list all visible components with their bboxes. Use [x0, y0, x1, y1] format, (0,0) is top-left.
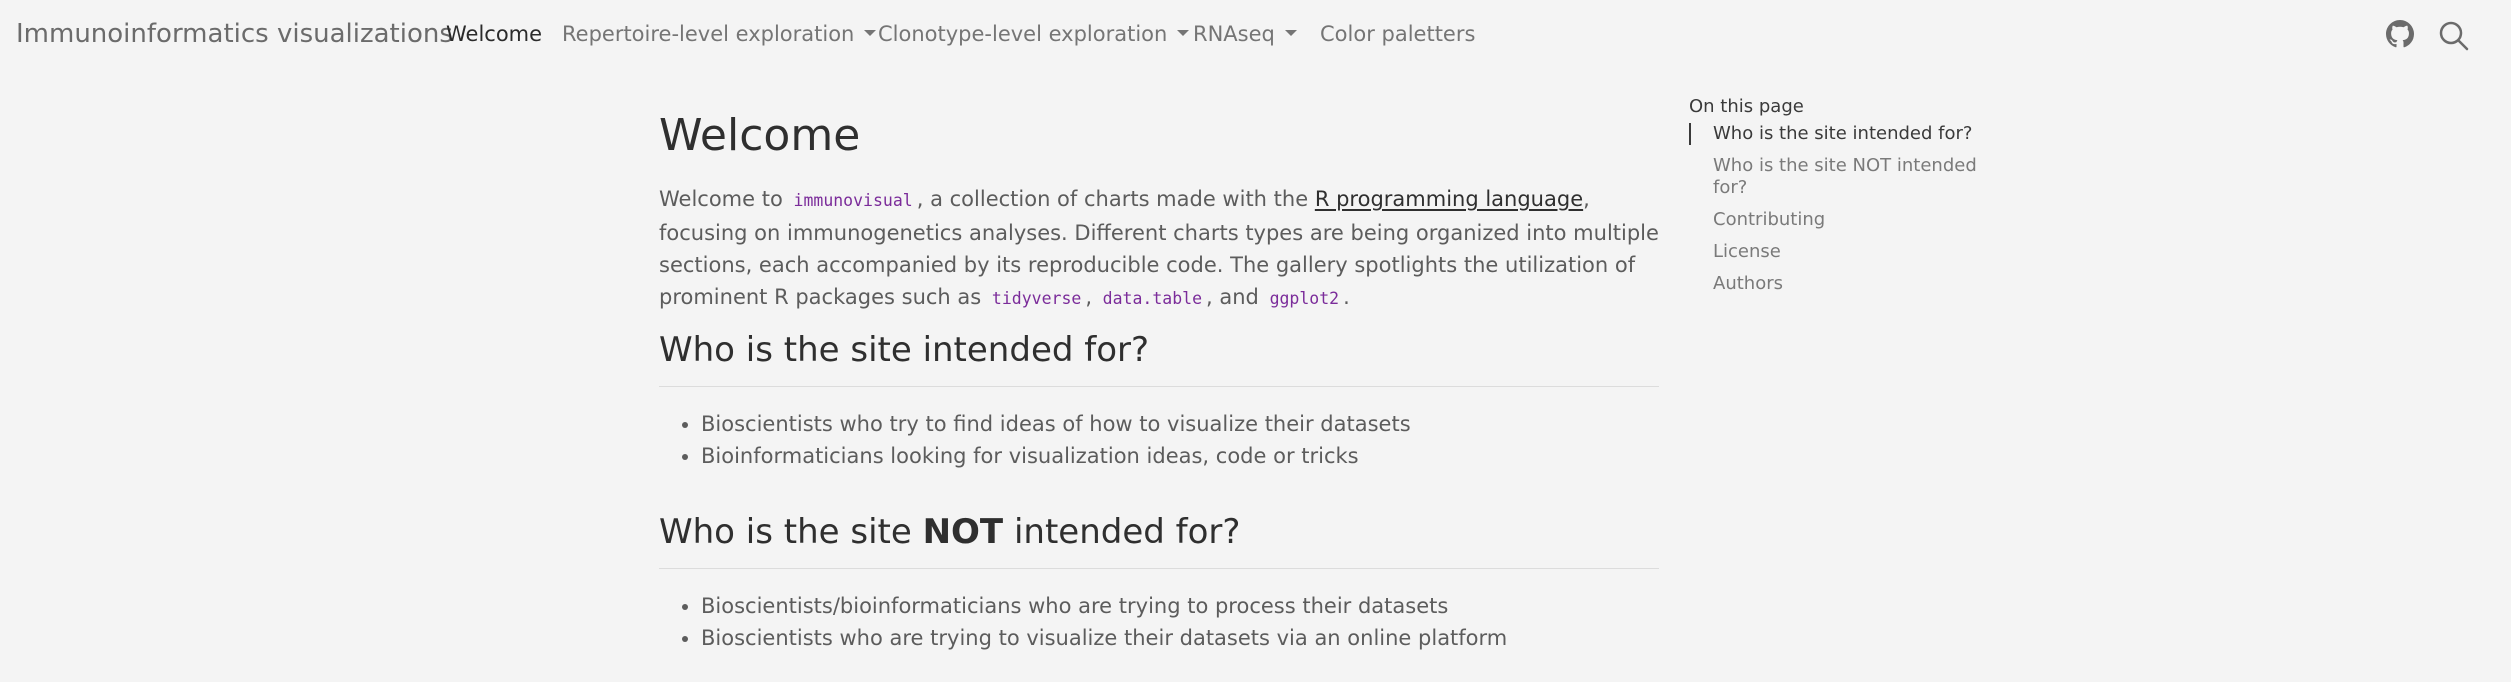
nav-rnaseq-dropdown[interactable]: RNAseq	[1193, 22, 1297, 46]
heading-text-post: intended for?	[1013, 512, 1241, 552]
intro-text-2: , a collection of charts made with the	[916, 187, 1309, 211]
r-language-link[interactable]: R programming language	[1315, 187, 1583, 211]
heading-text-pre: Who is the site	[659, 512, 912, 552]
nav-color-palettes[interactable]: Color paletters	[1320, 22, 1475, 46]
list-not-intended: Bioscientists/bioinformaticians who are …	[659, 590, 1651, 654]
list-item: Bioscientists who are trying to visualiz…	[701, 622, 1651, 654]
package-ggplot2: ggplot2	[1269, 289, 1340, 308]
intro-text-5: .	[1343, 285, 1350, 309]
toc-list: Who is the site intended for? Who is the…	[1689, 123, 1989, 295]
toc-item-contributing[interactable]: Contributing	[1691, 209, 1983, 231]
nav-repertoire-label: Repertoire-level exploration	[562, 22, 855, 46]
intro-paragraph: Welcome to immunovisual, a collection of…	[659, 187, 1659, 309]
toc-item-intended[interactable]: Who is the site intended for?	[1689, 123, 1983, 145]
package-tidyverse: tidyverse	[991, 289, 1082, 308]
page-title: Welcome	[659, 110, 861, 161]
nav-clonotype-label: Clonotype-level exploration	[878, 22, 1168, 46]
list-item: Bioscientists who try to find ideas of h…	[701, 408, 1651, 440]
package-immunovisual: immunovisual	[793, 191, 913, 210]
nav-clonotype-dropdown[interactable]: Clonotype-level exploration	[878, 22, 1190, 46]
chevron-down-icon	[864, 30, 877, 36]
github-icon[interactable]	[2386, 20, 2416, 50]
table-of-contents: On this page Who is the site intended fo…	[1689, 96, 1989, 305]
nav-welcome-label: Welcome	[446, 22, 543, 46]
package-data-table: data.table	[1102, 289, 1203, 308]
toc-item-not-intended[interactable]: Who is the site NOT intended for?	[1691, 155, 1983, 199]
toc-item-license[interactable]: License	[1691, 241, 1983, 263]
divider	[659, 386, 1659, 387]
section-heading-not-intended: Who is the site NOT intended for?	[659, 512, 1240, 552]
navbar: Immunoinformatics visualizations Welcome…	[0, 0, 2511, 70]
nav-rnaseq-label: RNAseq	[1193, 22, 1275, 46]
nav-color-palettes-label: Color paletters	[1320, 22, 1476, 46]
heading-text-bold: NOT	[922, 512, 1004, 552]
list-intended: Bioscientists who try to find ideas of h…	[659, 408, 1651, 472]
intro-text-1: Welcome to	[659, 187, 783, 211]
intro-text-4: , and	[1206, 285, 1259, 309]
list-item: Bioscientists/bioinformaticians who are …	[701, 590, 1651, 622]
list-item: Bioinformaticians looking for visualizat…	[701, 440, 1651, 472]
nav-repertoire-dropdown[interactable]: Repertoire-level exploration	[562, 22, 877, 46]
search-icon[interactable]	[2438, 20, 2469, 51]
toc-item-authors[interactable]: Authors	[1691, 273, 1983, 295]
site-brand[interactable]: Immunoinformatics visualizations	[16, 19, 453, 49]
divider	[659, 568, 1659, 569]
nav-welcome[interactable]: Welcome	[446, 22, 542, 46]
chevron-down-icon	[1284, 30, 1297, 36]
toc-title: On this page	[1689, 96, 1804, 117]
section-heading-intended: Who is the site intended for?	[659, 330, 1150, 370]
chevron-down-icon	[1177, 30, 1190, 36]
